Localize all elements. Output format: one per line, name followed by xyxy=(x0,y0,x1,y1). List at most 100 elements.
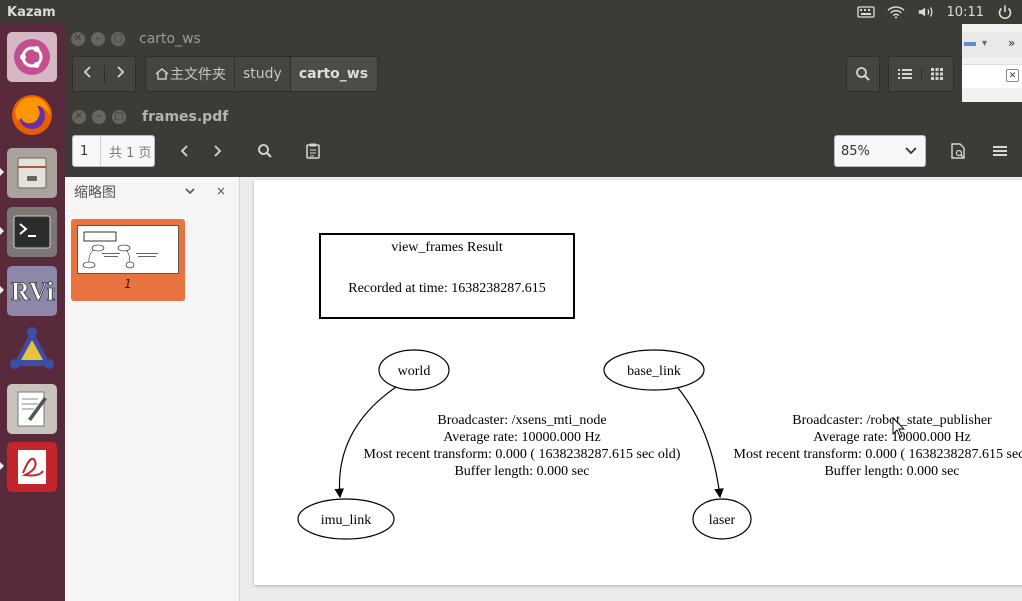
minimize-window-button[interactable]: – xyxy=(92,109,106,124)
file-manager-titlebar: ✕ – □ carto_ws xyxy=(65,24,962,53)
breadcrumb-study[interactable]: study xyxy=(235,57,291,91)
launcher-running-indicator xyxy=(0,462,4,470)
minimize-window-button[interactable]: – xyxy=(91,31,105,46)
wifi-icon[interactable] xyxy=(886,4,905,20)
edge2-buffer: Buffer length: 0.000 sec xyxy=(824,464,959,479)
qtcreator-icon[interactable] xyxy=(7,324,57,374)
keyboard-icon[interactable] xyxy=(856,4,875,20)
ubuntu-icon[interactable] xyxy=(7,32,57,82)
sidebar-mode-dropdown[interactable] xyxy=(184,184,196,200)
result-title: view_frames Result xyxy=(391,240,503,255)
breadcrumb: 主文件夹 study carto_ws xyxy=(145,56,379,92)
tab-indicator xyxy=(964,42,976,46)
rviz-icon[interactable]: RViz xyxy=(7,266,57,316)
page-selector: 1 共 1 页 xyxy=(72,135,155,167)
launcher-running-indicator xyxy=(0,168,4,176)
find-button[interactable] xyxy=(249,135,281,167)
edge2-recent: Most recent transform: 0.000 ( 163823828… xyxy=(734,447,1022,462)
pdf-titlebar: ✕ – □ frames.pdf xyxy=(65,102,1022,131)
edge1-rate: Average rate: 10000.000 Hz xyxy=(443,430,601,445)
search-icon xyxy=(856,67,870,81)
zoom-select[interactable]: 85% xyxy=(834,135,926,167)
edge2-rate: Average rate: 10000.000 Hz xyxy=(813,430,971,445)
top-panel: Kazam 10:11 xyxy=(0,0,1022,24)
files-icon[interactable] xyxy=(7,148,57,198)
terminal-icon[interactable] xyxy=(7,207,57,257)
forward-icon[interactable] xyxy=(103,65,135,83)
firefox-icon[interactable] xyxy=(7,90,57,140)
chevron-down-icon xyxy=(185,188,195,195)
back-icon[interactable] xyxy=(73,65,104,83)
breadcrumb-label: 主文件夹 xyxy=(170,67,226,83)
pdf-page: view_frames Result Recorded at time: 163… xyxy=(254,180,1022,585)
launcher-running-indicator xyxy=(0,227,4,235)
sidebar-header: 缩略图 × xyxy=(65,177,239,207)
window-title: frames.pdf xyxy=(142,108,229,125)
pdf-viewer-window: ✕ – □ frames.pdf 1 共 1 页 85% 缩略图 × 1 vie… xyxy=(65,102,1022,601)
document-icon xyxy=(951,143,965,159)
launcher: RViz xyxy=(0,24,65,601)
previous-page-button[interactable] xyxy=(169,135,201,167)
chevron-right-icon xyxy=(214,145,222,157)
text-editor-icon[interactable] xyxy=(7,384,57,434)
maximize-window-button[interactable]: □ xyxy=(111,31,125,46)
chevron-left-icon xyxy=(180,145,188,157)
edge-world-imu xyxy=(334,386,397,499)
next-page-button[interactable] xyxy=(201,135,233,167)
page-number-input[interactable]: 1 xyxy=(73,136,101,166)
clipboard-icon xyxy=(306,143,320,159)
file-manager-title: carto_ws xyxy=(139,30,201,47)
chevron-down-icon[interactable]: ▾ xyxy=(982,38,987,49)
thumbnail-page-number: 1 xyxy=(124,277,132,291)
annotations-button[interactable] xyxy=(297,135,329,167)
node-world-label: world xyxy=(398,364,431,379)
document-properties-button[interactable] xyxy=(942,135,974,167)
close-tab-icon[interactable]: ✕ xyxy=(1006,69,1019,82)
sidebar-title: 缩略图 xyxy=(74,185,116,201)
view-toggle xyxy=(888,56,954,92)
node-imu-link-label: imu_link xyxy=(321,513,372,528)
power-icon[interactable] xyxy=(996,4,1014,20)
search-icon xyxy=(258,144,272,158)
close-sidebar-icon[interactable]: × xyxy=(216,184,226,198)
zoom-level: 85% xyxy=(841,143,870,159)
indicator-area: 10:11 xyxy=(856,4,1022,20)
breadcrumb-current[interactable]: carto_ws xyxy=(290,57,377,91)
edge-base-laser xyxy=(677,387,724,499)
file-manager-toolbar: 主文件夹 study carto_ws xyxy=(65,56,962,96)
edge2-broadcaster: Broadcaster: /robot_state_publisher xyxy=(792,413,992,428)
thumbnail-image xyxy=(77,225,179,274)
chevron-down-icon xyxy=(905,144,917,159)
background-window-toolbar: ▾ » xyxy=(962,32,1022,58)
list-view-icon[interactable] xyxy=(889,68,921,80)
node-base-link-label: base_link xyxy=(627,364,681,379)
pdf-viewer-icon[interactable] xyxy=(7,442,57,492)
search-button[interactable] xyxy=(846,56,880,92)
close-window-button[interactable]: ✕ xyxy=(71,31,85,46)
volume-icon[interactable] xyxy=(917,4,935,20)
hamburger-icon xyxy=(993,146,1007,156)
active-app-name[interactable]: Kazam xyxy=(0,5,56,20)
svg-text:RViz: RViz xyxy=(11,277,55,306)
home-icon xyxy=(155,68,169,80)
node-laser-label: laser xyxy=(709,513,736,528)
menu-button[interactable] xyxy=(984,135,1016,167)
breadcrumb-home[interactable]: 主文件夹 xyxy=(146,57,235,91)
thumbnail-sidebar: 缩略图 × 1 xyxy=(65,177,240,601)
recorded-time: Recorded at time: 1638238287.615 xyxy=(348,281,546,296)
edge1-broadcaster: Broadcaster: /xsens_mti_node xyxy=(437,413,606,428)
edge1-recent: Most recent transform: 0.000 ( 163823828… xyxy=(364,447,681,462)
page-thumbnail[interactable]: 1 xyxy=(71,219,185,301)
file-manager-window: ✕ – □ carto_ws 主文件夹 study carto_ws xyxy=(65,24,962,102)
clock[interactable]: 10:11 xyxy=(947,5,984,20)
tf-frames-graph: view_frames Result Recorded at time: 163… xyxy=(297,233,1022,540)
document-view[interactable]: view_frames Result Recorded at time: 163… xyxy=(240,177,1022,601)
nav-back-forward xyxy=(72,56,136,92)
launcher-running-indicator xyxy=(0,286,4,294)
close-window-button[interactable]: ✕ xyxy=(72,109,86,124)
background-window-tabbar: ✕ xyxy=(962,64,1022,88)
maximize-window-button[interactable]: □ xyxy=(112,109,126,124)
overflow-icon[interactable]: » xyxy=(1008,36,1015,50)
grid-view-icon[interactable] xyxy=(920,68,953,80)
page-total: 共 1 页 xyxy=(109,145,152,161)
